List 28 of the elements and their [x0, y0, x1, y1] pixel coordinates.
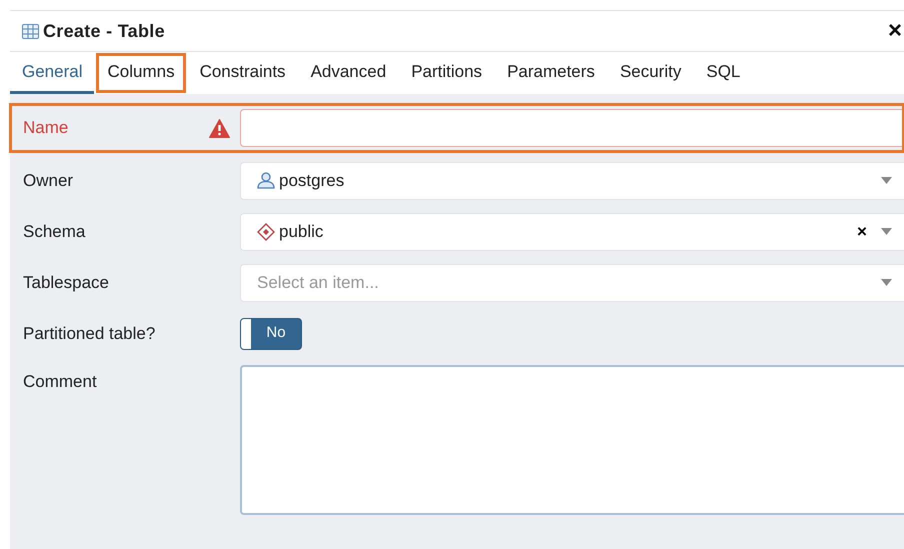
tab[interactable]: Advanced — [298, 52, 398, 94]
select-field[interactable]: postgres — [240, 162, 904, 200]
table-icon — [22, 24, 39, 38]
tab[interactable]: SQL — [694, 52, 752, 94]
field-label: Tablespace — [23, 272, 110, 294]
field-label: Name — [23, 117, 68, 140]
text-input[interactable] — [240, 109, 904, 147]
tab[interactable]: Security — [608, 52, 694, 94]
clear-button[interactable]: × — [857, 223, 867, 240]
field-label: Owner — [23, 170, 74, 192]
dialog-title: Create - Table — [43, 20, 165, 42]
caret-icon — [880, 228, 892, 235]
close-button[interactable]: × — [886, 19, 904, 43]
tab[interactable]: Constraints — [188, 52, 298, 94]
caret-icon — [881, 177, 892, 184]
user-icon — [257, 172, 275, 189]
comment-textarea[interactable] — [240, 365, 904, 515]
field-label: Schema — [23, 220, 86, 243]
tab[interactable]: Partitions — [399, 52, 494, 94]
toggle-switch[interactable]: No — [240, 318, 302, 350]
diamond-icon — [257, 222, 275, 240]
tab[interactable]: Columns — [95, 52, 187, 94]
tab[interactable]: Parameters — [495, 52, 607, 94]
field-label: Partitioned table? — [23, 322, 156, 345]
field-label: Comment — [23, 371, 97, 393]
warning-icon — [209, 118, 230, 138]
select-field[interactable]: public × — [240, 212, 904, 250]
caret-icon — [881, 279, 892, 286]
